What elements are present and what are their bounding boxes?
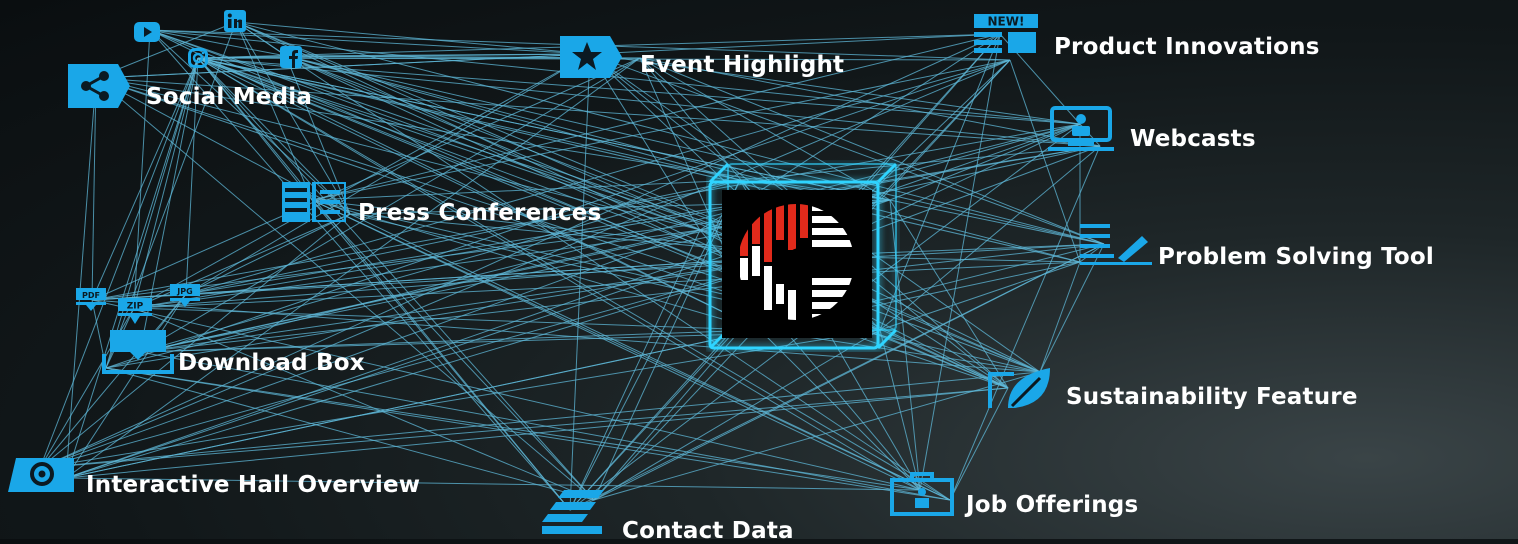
brand-logo <box>708 162 898 350</box>
pdf-file-icon[interactable]: PDF <box>76 288 106 312</box>
new-badge-icon: NEW! <box>974 14 1038 53</box>
press-conferences-label: Press Conferences <box>358 200 602 226</box>
notepad-pen-icon <box>1080 224 1152 265</box>
download-box-label: Download Box <box>178 350 365 376</box>
brand-logo-cube[interactable] <box>706 160 900 352</box>
node-interactive-hall-overview[interactable]: Interactive Hall Overview <box>8 458 508 498</box>
instagram-icon[interactable] <box>188 48 208 68</box>
node-press-conferences[interactable]: Press Conferences <box>282 182 682 232</box>
jpg-file-icon[interactable]: JPG <box>170 284 200 308</box>
linkedin-icon[interactable] <box>224 10 246 32</box>
node-download-box[interactable]: PDF ZIP JPG Download Box <box>74 284 434 379</box>
contact-card-icon <box>542 490 604 534</box>
connection-line <box>39 57 199 469</box>
node-sustainability-feature[interactable]: Sustainability Feature <box>988 364 1438 414</box>
zip-file-icon[interactable]: ZIP <box>118 298 152 326</box>
product-innovations-label: Product Innovations <box>1054 34 1320 60</box>
briefcase-icon <box>890 472 954 516</box>
jpg-file-text: JPG <box>176 287 192 296</box>
pdf-file-text: PDF <box>82 291 100 300</box>
problem-solving-tool-label: Problem Solving Tool <box>1158 244 1435 270</box>
node-product-innovations[interactable]: NEW! Product Innovations <box>974 14 1394 64</box>
download-tray-icon <box>102 330 174 374</box>
node-event-highlight[interactable]: Event Highlight <box>560 36 900 86</box>
webcast-screen-icon <box>1048 106 1114 151</box>
interactive-hall-overview-label: Interactive Hall Overview <box>86 472 421 498</box>
contact-data-label: Contact Data <box>622 518 794 544</box>
newspaper-icon <box>282 182 346 222</box>
node-webcasts[interactable]: Webcasts <box>1048 106 1308 156</box>
connection-line <box>65 57 199 479</box>
event-highlight-label: Event Highlight <box>640 52 845 78</box>
connection-line <box>949 145 1101 501</box>
sustainability-feature-label: Sustainability Feature <box>1066 384 1358 410</box>
node-contact-data[interactable]: Contact Data <box>542 490 862 543</box>
share-icon <box>68 64 130 108</box>
social-media-label: Social Media <box>146 84 313 110</box>
webcasts-label: Webcasts <box>1130 126 1256 152</box>
leaf-icon <box>988 368 1050 408</box>
star-icon <box>560 36 622 78</box>
new-badge-text: NEW! <box>988 15 1025 29</box>
node-problem-solving-tool[interactable]: Problem Solving Tool <box>1080 222 1500 272</box>
zip-file-text: ZIP <box>127 302 144 312</box>
facebook-icon[interactable] <box>280 46 302 68</box>
job-offerings-label: Job Offerings <box>966 492 1139 518</box>
eye-icon <box>8 458 74 492</box>
connection-line <box>65 77 97 479</box>
connection-line <box>879 261 1081 331</box>
youtube-icon[interactable] <box>134 22 160 42</box>
connection-line <box>1039 261 1081 373</box>
node-job-offerings[interactable]: Job Offerings <box>890 472 1210 522</box>
node-social-media[interactable]: Social Media <box>66 8 366 113</box>
